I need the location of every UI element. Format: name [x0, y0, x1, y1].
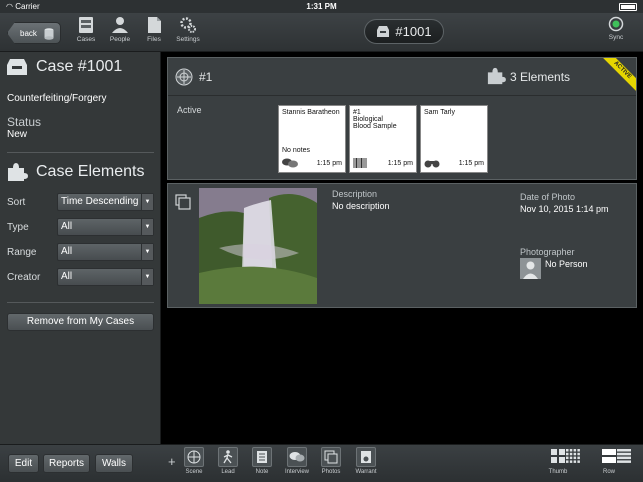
sort-row: Sort Time Descending ▼ — [7, 193, 154, 211]
back-button[interactable]: back — [7, 22, 61, 44]
barcode-icon — [353, 158, 367, 168]
cases-icon — [79, 17, 93, 33]
toolbar-files[interactable]: Files — [137, 16, 171, 43]
chevron-down-icon: ▼ — [141, 269, 153, 285]
status-value: New — [7, 129, 28, 140]
interview-icon — [282, 158, 298, 168]
lead-icon — [218, 447, 238, 467]
scene-icon — [184, 447, 204, 467]
divider — [7, 152, 154, 153]
grid-view-button[interactable] — [566, 449, 580, 465]
interview-icon — [287, 447, 307, 467]
bottom-toolbar: Edit Reports Walls + Scene Lead Note Int… — [0, 444, 643, 482]
photos-icon — [175, 194, 191, 210]
add-element-plus[interactable]: + — [168, 454, 176, 469]
note-icon — [252, 447, 272, 467]
people-icon — [112, 17, 128, 33]
case-number-pill[interactable]: #1001 — [364, 19, 444, 44]
waterfall-image — [199, 188, 317, 304]
add-photos-button[interactable]: Photos — [316, 447, 346, 475]
puzzle-icon — [8, 163, 28, 181]
status-bar: ◠ Carrier 1:31 PM — [0, 0, 643, 13]
list-view-icon — [617, 449, 631, 463]
case-title: Case #1001 — [6, 58, 122, 76]
chevron-down-icon: ▼ — [141, 244, 153, 260]
scene-icon — [175, 68, 193, 86]
add-note-button[interactable]: Note — [247, 447, 277, 475]
remove-from-my-cases-button[interactable]: Remove from My Cases — [7, 313, 154, 331]
add-lead-button[interactable]: Lead — [213, 447, 243, 475]
thumb-view-icon — [551, 449, 565, 463]
puzzle-icon — [487, 67, 506, 85]
description-label: Description — [332, 189, 378, 199]
case-number: #1 — [199, 70, 213, 84]
element-card[interactable]: #1 Biological Blood Sample 1:15 pm — [349, 105, 417, 173]
chevron-down-icon: ▼ — [141, 194, 153, 210]
status-label: Status — [7, 115, 42, 129]
settings-icon — [180, 17, 196, 33]
toolbar-settings[interactable]: Settings — [171, 16, 205, 43]
case-summary-header: #1 3 Elements ACTIVE — [168, 58, 636, 96]
photo-element-panel[interactable]: Description No description Date of Photo… — [167, 183, 637, 308]
chevron-down-icon: ▼ — [141, 219, 153, 235]
type-select[interactable]: All ▼ — [57, 218, 154, 236]
files-icon — [148, 17, 161, 33]
warrant-icon — [356, 447, 376, 467]
type-row: Type All ▼ — [7, 218, 154, 236]
grid-view-icon — [566, 449, 580, 463]
add-warrant-button[interactable]: Warrant — [351, 447, 381, 475]
edit-button[interactable]: Edit — [8, 454, 39, 473]
toolbar-cases[interactable]: Cases — [69, 16, 103, 43]
back-button-label: back — [20, 28, 37, 38]
elements-count: 3 Elements — [510, 70, 571, 84]
inbox-tray-icon — [377, 26, 390, 37]
photographer-label: Photographer — [520, 247, 575, 257]
photos-icon — [321, 447, 341, 467]
case-sidebar: Case #1001 Counterfeiting/Forgery Status… — [0, 52, 161, 444]
clock: 1:31 PM — [306, 2, 337, 11]
date-of-photo-label: Date of Photo — [520, 192, 576, 202]
toolbar-people[interactable]: People — [103, 16, 137, 43]
element-card[interactable]: Stannis Baratheon No notes 1:15 pm — [278, 105, 346, 173]
sync-icon — [608, 16, 624, 32]
sync-button[interactable]: Sync — [601, 16, 631, 41]
range-select[interactable]: All ▼ — [57, 243, 154, 261]
inbox-tray-icon — [7, 59, 27, 75]
list-view-button[interactable] — [617, 449, 631, 465]
row-view-icon — [602, 449, 616, 463]
sort-select[interactable]: Time Descending ▼ — [57, 193, 154, 211]
add-scene-button[interactable]: Scene — [179, 447, 209, 475]
creator-select[interactable]: All ▼ — [57, 268, 154, 286]
creator-row: Creator All ▼ — [7, 268, 154, 286]
reports-button[interactable]: Reports — [43, 454, 90, 473]
range-row: Range All ▼ — [7, 243, 154, 261]
case-elements-title: Case Elements — [6, 162, 145, 182]
battery-icon — [619, 2, 637, 11]
waterfall-photo[interactable] — [199, 188, 317, 304]
walls-button[interactable]: Walls — [95, 454, 133, 473]
divider — [7, 302, 154, 303]
active-ribbon: ACTIVE — [600, 58, 636, 94]
add-interview-button[interactable]: Interview — [282, 447, 312, 475]
top-toolbar: back Cases People Files Settings Sync — [0, 13, 643, 52]
element-card[interactable]: Sam Tarly 1:15 pm — [420, 105, 488, 173]
date-of-photo-value: Nov 10, 2015 1:14 pm — [520, 204, 609, 214]
database-icon — [44, 28, 54, 40]
case-type: Counterfeiting/Forgery — [7, 93, 107, 104]
active-row-label: Active — [177, 105, 202, 115]
description-value: No description — [332, 201, 390, 211]
photographer-value: No Person — [545, 259, 588, 269]
case-summary-panel: #1 3 Elements ACTIVE Active Stannis Bara… — [167, 57, 637, 180]
person-avatar-icon — [520, 258, 541, 279]
binoculars-icon — [424, 160, 440, 168]
